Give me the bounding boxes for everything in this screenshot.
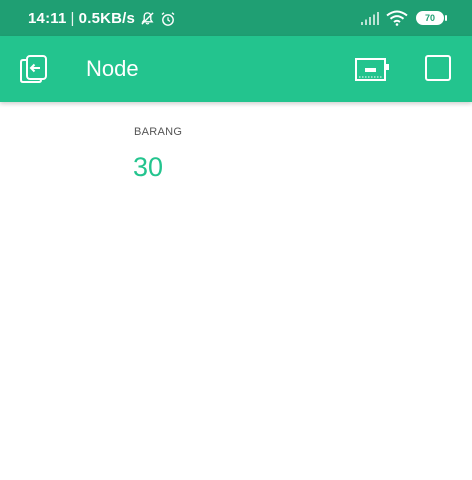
widget-label: BARANG <box>134 126 183 138</box>
square-button[interactable] <box>425 55 451 81</box>
wifi-icon <box>386 10 408 26</box>
signal-icon <box>361 12 379 25</box>
battery-level: 70 <box>424 12 435 23</box>
network-speed: 0.5KB/s <box>78 10 136 27</box>
status-time: 14:11 <box>28 10 67 27</box>
battery-icon: 70 <box>416 11 447 25</box>
mute-bell-icon <box>141 12 154 25</box>
status-separator: | <box>70 10 75 27</box>
status-left: 14:11 | 0.5KB/s <box>28 10 176 27</box>
page-title: Node <box>86 56 139 81</box>
app-bar: Node <box>0 36 472 102</box>
device-button[interactable] <box>354 55 390 85</box>
status-right: 70 <box>360 10 447 26</box>
device-icon <box>355 58 389 81</box>
back-icon <box>20 55 47 83</box>
alarm-icon <box>161 11 175 26</box>
widget-value: 30 <box>133 152 164 182</box>
back-button[interactable] <box>18 53 50 85</box>
status-bar: 14:11 | 0.5KB/s 70 <box>0 0 472 36</box>
